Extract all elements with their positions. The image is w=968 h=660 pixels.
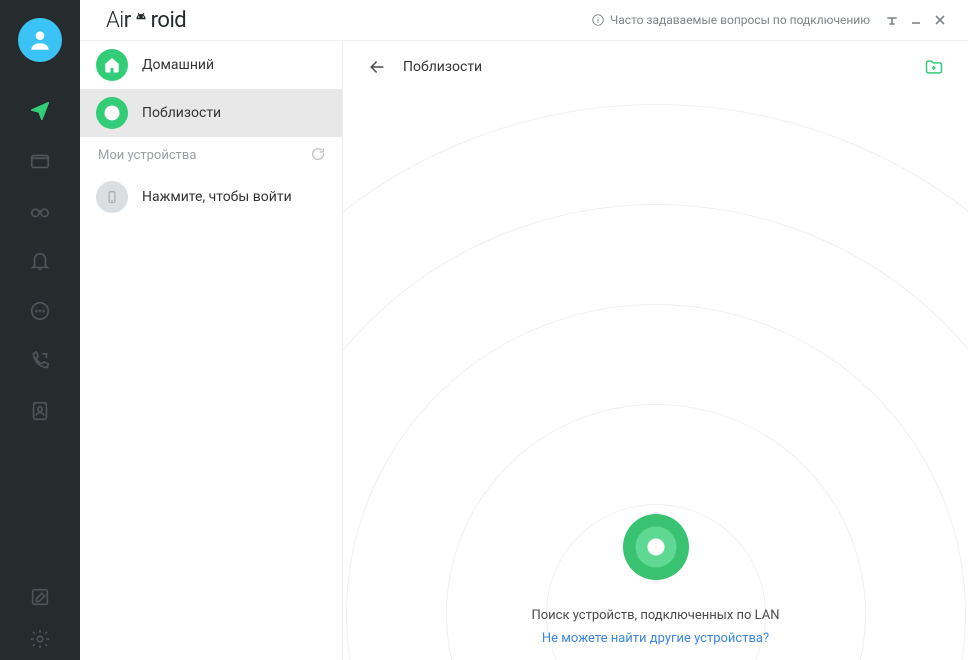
app-main: Ai r roid Часто задаваемые вопросы по по… xyxy=(80,0,968,660)
rail-notifications[interactable] xyxy=(0,236,80,286)
faq-label: Часто задаваемые вопросы по подключению xyxy=(610,13,870,27)
brand-text-2: r xyxy=(124,8,131,33)
phone-icon xyxy=(29,350,51,372)
info-icon xyxy=(591,13,605,27)
minimize-icon xyxy=(910,14,922,26)
bell-icon xyxy=(29,250,51,272)
rail-feedback[interactable] xyxy=(0,576,80,618)
rail-remote[interactable] xyxy=(0,186,80,236)
main-title: Поблизости xyxy=(403,59,482,75)
content: Домашний Поблизости Мои устройства Наж xyxy=(80,41,968,660)
rail-send[interactable] xyxy=(0,86,80,136)
compass-icon xyxy=(103,104,121,122)
nav-home[interactable]: Домашний xyxy=(80,41,342,89)
user-icon xyxy=(27,27,53,53)
paper-plane-icon xyxy=(29,100,51,122)
chat-icon xyxy=(29,300,51,322)
devices-section-header: Мои устройства xyxy=(80,137,342,173)
edit-icon xyxy=(29,586,51,608)
login-item[interactable]: Нажмите, чтобы войти xyxy=(80,173,342,221)
main-view: Поблизости Поиск устройств, подключенных… xyxy=(343,41,968,660)
close-button[interactable] xyxy=(928,8,952,32)
home-icon xyxy=(103,56,121,74)
gear-icon xyxy=(29,628,51,650)
pin-icon xyxy=(886,14,898,26)
brand-droid-icon xyxy=(132,11,150,29)
search-status: Поиск устройств, подключенных по LAN xyxy=(531,608,779,623)
binoculars-icon xyxy=(29,200,51,222)
refresh-icon xyxy=(310,146,326,162)
rail-messages[interactable] xyxy=(0,286,80,336)
radar-area: Поиск устройств, подключенных по LAN Не … xyxy=(343,93,968,660)
brand-text-1: Ai xyxy=(106,8,124,33)
left-rail xyxy=(0,0,80,660)
nav-home-label: Домашний xyxy=(142,57,214,73)
help-link[interactable]: Не можете найти другие устройства? xyxy=(542,631,769,646)
close-icon xyxy=(934,14,946,26)
brand-logo: Ai r roid xyxy=(106,8,186,33)
side-panel: Домашний Поблизости Мои устройства Наж xyxy=(80,41,343,660)
devices-section-title: Мои устройства xyxy=(98,148,196,163)
compass-icon-wrap xyxy=(96,97,128,129)
radar-center-icon xyxy=(623,514,689,580)
brand-text-4: roid xyxy=(151,8,187,33)
arrow-left-icon xyxy=(367,57,387,77)
main-header: Поблизости xyxy=(343,41,968,93)
contacts-icon xyxy=(29,400,51,422)
pin-button[interactable] xyxy=(880,8,904,32)
smartphone-icon xyxy=(105,188,119,206)
titlebar: Ai r roid Часто задаваемые вопросы по по… xyxy=(80,0,968,41)
back-button[interactable] xyxy=(363,53,391,81)
nav-nearby-label: Поблизости xyxy=(142,105,221,121)
open-folder-button[interactable] xyxy=(920,53,948,81)
refresh-button[interactable] xyxy=(310,146,328,164)
minimize-button[interactable] xyxy=(904,8,928,32)
folder-transfer-icon xyxy=(29,150,51,172)
rail-settings[interactable] xyxy=(0,618,80,660)
folder-open-icon xyxy=(923,57,945,77)
nav-nearby[interactable]: Поблизости xyxy=(80,89,342,137)
home-icon-wrap xyxy=(96,49,128,81)
rail-calls[interactable] xyxy=(0,336,80,386)
faq-link[interactable]: Часто задаваемые вопросы по подключению xyxy=(591,13,870,27)
rail-contacts[interactable] xyxy=(0,386,80,436)
phone-icon-wrap xyxy=(96,181,128,213)
login-label: Нажмите, чтобы войти xyxy=(142,189,292,205)
avatar-button[interactable] xyxy=(18,18,62,62)
rail-files[interactable] xyxy=(0,136,80,186)
